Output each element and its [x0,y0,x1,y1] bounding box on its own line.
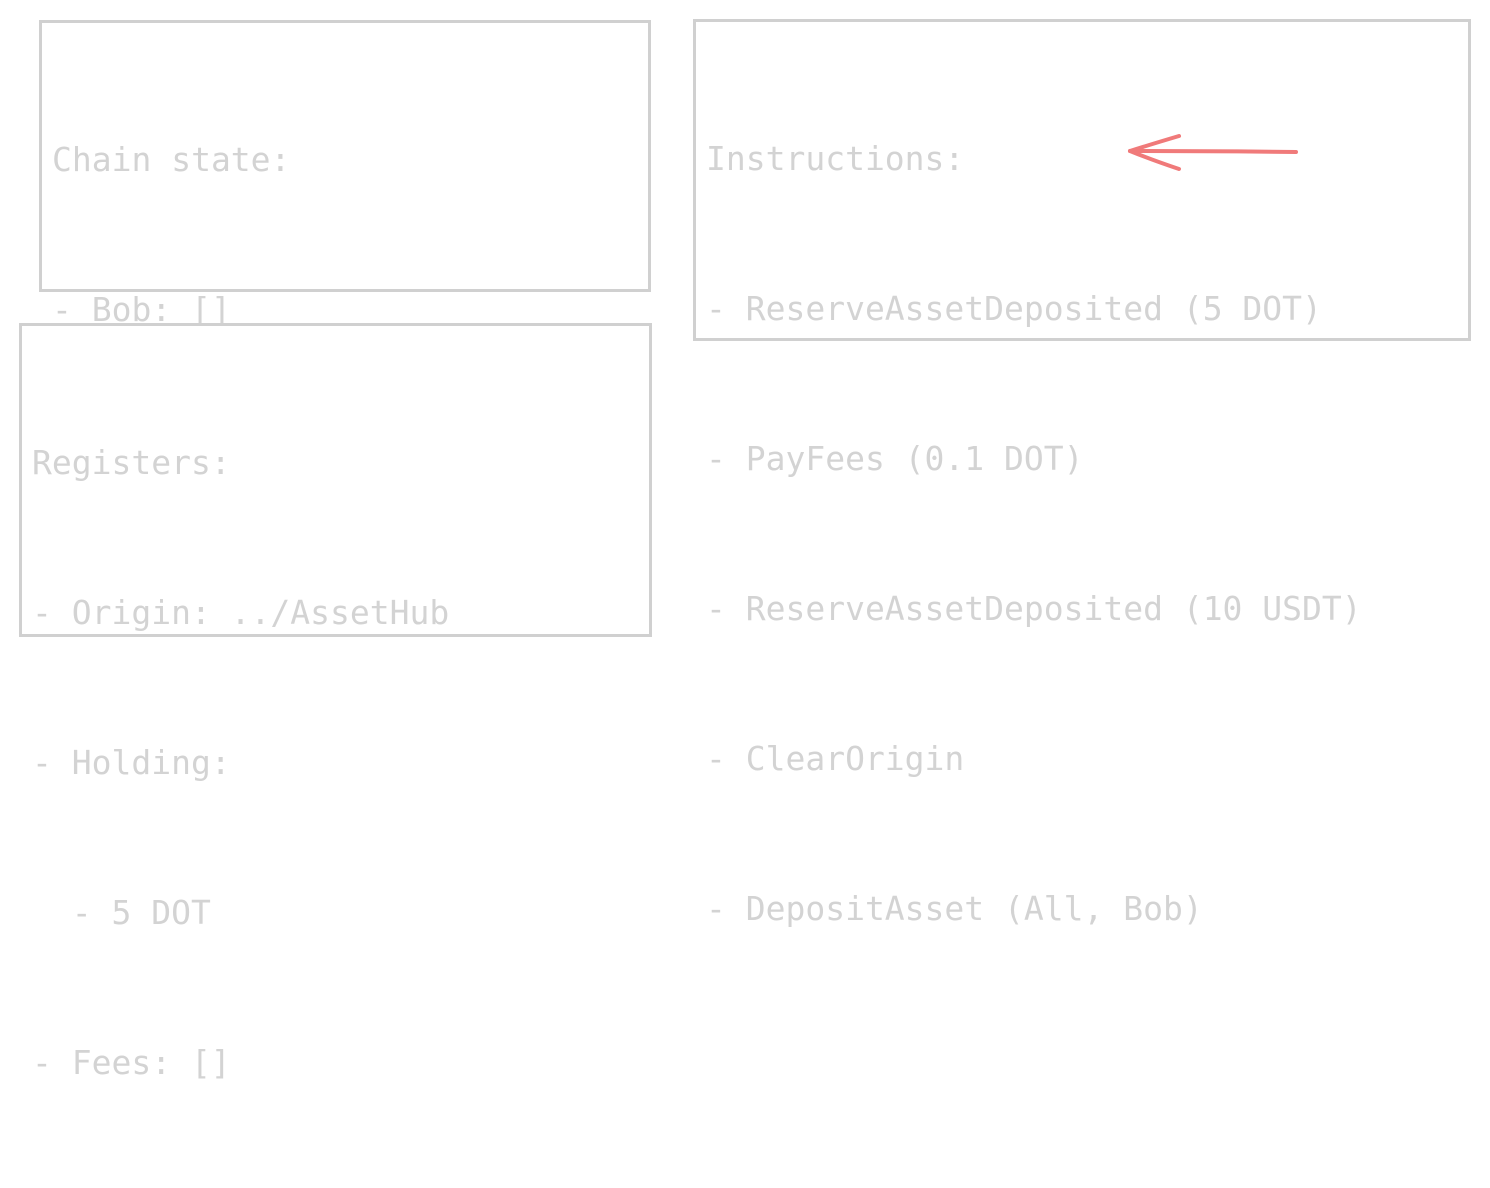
chain-state-title: Chain state: [52,140,291,179]
register-origin: - Origin: ../AssetHub [32,593,450,632]
registers-title: Registers: [32,443,231,482]
register-holding-item: - 5 DOT [32,893,211,932]
instructions-title: Instructions: [706,139,965,178]
instruction-item-current: - PayFees (0.1 DOT) [706,439,1084,478]
registers-text: Registers: - Origin: ../AssetHub - Holdi… [32,338,449,1188]
register-holding: - Holding: [32,743,231,782]
register-fees: - Fees: [] [32,1043,231,1082]
chain-state-panel: Chain state: - Bob: [] [39,20,651,329]
instruction-item: - ReserveAssetDeposited (10 USDT) [706,589,1362,628]
instruction-item: - ClearOrigin [706,739,965,778]
instruction-item: - ReserveAssetDeposited (5 DOT) [706,289,1322,328]
instruction-item: - DepositAsset (All, Bob) [706,889,1203,928]
registers-panel: Registers: - Origin: ../AssetHub - Holdi… [19,323,652,1082]
instructions-text: Instructions: - ReserveAssetDeposited (5… [706,34,1362,1034]
instructions-panel: Instructions: - ReserveAssetDeposited (5… [693,19,1471,928]
